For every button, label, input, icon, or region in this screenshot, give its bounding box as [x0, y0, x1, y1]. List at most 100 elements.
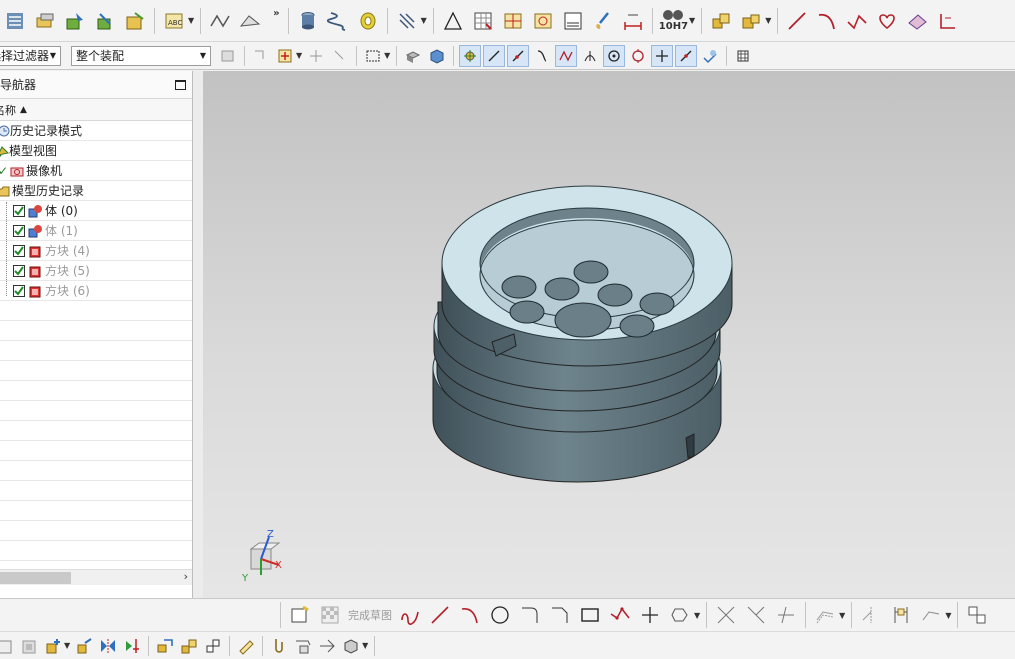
fillet-icon[interactable] [517, 602, 543, 628]
horizontal-scrollbar[interactable]: › [0, 569, 192, 585]
arc-icon[interactable] [814, 8, 840, 34]
lasso-icon[interactable] [305, 45, 327, 67]
graphics-window[interactable]: Z X Y [203, 71, 1015, 598]
tree-node-model-history[interactable]: 模型历史记录 [0, 181, 192, 201]
sort-ascending-icon[interactable]: ▲ [20, 105, 27, 115]
cube-icon[interactable] [340, 635, 362, 657]
arc-icon[interactable] [457, 602, 483, 628]
brush-icon[interactable] [590, 8, 616, 34]
sheet-icon[interactable] [560, 8, 586, 34]
dropdown-arrow[interactable]: ▼ [384, 51, 390, 60]
new-icon[interactable] [18, 635, 40, 657]
move-icon[interactable] [202, 635, 224, 657]
pattern-icon[interactable] [73, 635, 95, 657]
spring-icon[interactable] [325, 8, 351, 34]
add-icon[interactable] [42, 635, 64, 657]
rect-select-icon[interactable] [274, 45, 296, 67]
replace-icon[interactable] [121, 635, 143, 657]
clip-icon[interactable] [268, 635, 290, 657]
corner-icon[interactable] [773, 602, 799, 628]
point-icon[interactable] [637, 602, 663, 628]
view-cube-icon[interactable] [402, 45, 424, 67]
mirror-body-icon[interactable] [97, 635, 119, 657]
part-icon[interactable] [32, 8, 58, 34]
heart-shape-icon[interactable] [874, 8, 900, 34]
finish-sketch-label[interactable]: 完成草图 [348, 607, 392, 623]
tree-node-body-0[interactable]: 体 (0) [0, 201, 192, 221]
extend-icon[interactable] [743, 602, 769, 628]
drawing-icon[interactable] [530, 8, 556, 34]
bounded-icon[interactable] [699, 45, 721, 67]
component-box-icon[interactable] [738, 8, 764, 34]
dimension-icon[interactable] [620, 8, 646, 34]
assembly-navigator-icon[interactable] [2, 8, 28, 34]
feature-icon[interactable] [0, 635, 16, 657]
dropdown-arrow[interactable]: ▼ [421, 16, 427, 25]
assembly-constraint-icon[interactable] [92, 8, 118, 34]
scroll-right-arrow[interactable]: › [184, 570, 188, 583]
visibility-checkbox[interactable] [13, 224, 25, 237]
dropdown-arrow[interactable]: ▼ [839, 611, 845, 620]
tree-node-model-views[interactable]: 模型视图 [0, 141, 192, 161]
visibility-checkbox[interactable] [13, 244, 25, 257]
wave-link-icon[interactable] [154, 635, 176, 657]
polygon-icon[interactable] [667, 602, 693, 628]
tape-icon[interactable] [355, 8, 381, 34]
measure-icon[interactable] [235, 635, 257, 657]
rectangle-select-icon[interactable] [362, 45, 384, 67]
trim-icon[interactable] [713, 602, 739, 628]
selection-filter-dropdown[interactable]: 选择过滤器 ▼ [0, 45, 61, 66]
thread-icon[interactable] [394, 8, 420, 34]
assemble-icon[interactable] [708, 8, 734, 34]
studio-spline-icon[interactable] [607, 602, 633, 628]
assembly-icon[interactable] [178, 635, 200, 657]
rectangle-icon[interactable] [577, 602, 603, 628]
snap-icon[interactable] [250, 45, 272, 67]
line-icon[interactable] [784, 8, 810, 34]
column-name[interactable]: 名称 [0, 102, 16, 118]
dropdown-arrow[interactable]: ▼ [945, 611, 951, 620]
constraint-icon[interactable] [918, 602, 944, 628]
sketch-icon[interactable] [287, 602, 313, 628]
cylinder-icon[interactable] [295, 8, 321, 34]
finish-sketch-icon[interactable] [317, 602, 343, 628]
coordinate-icon[interactable] [934, 8, 960, 34]
surface-patch-icon[interactable] [904, 8, 930, 34]
table-icon[interactable] [470, 8, 496, 34]
shaded-icon[interactable] [426, 45, 448, 67]
polyline-icon[interactable] [844, 8, 870, 34]
view-layout-icon[interactable] [500, 8, 526, 34]
toolbar-overflow[interactable]: » [273, 8, 279, 19]
surface-icon[interactable] [237, 8, 263, 34]
move-component-icon[interactable] [122, 8, 148, 34]
tree-node-block-4[interactable]: 方块 (4) [0, 241, 192, 261]
pane-splitter[interactable] [193, 71, 203, 598]
show-constraints-icon[interactable] [964, 602, 990, 628]
grid-icon[interactable] [732, 45, 754, 67]
profile-icon[interactable] [397, 602, 423, 628]
dropdown-arrow[interactable]: ▼ [765, 16, 771, 25]
add-component-icon[interactable] [62, 8, 88, 34]
line-icon[interactable] [427, 602, 453, 628]
dropdown-arrow[interactable]: ▼ [689, 16, 695, 25]
text-note-icon[interactable]: ABC [161, 8, 187, 34]
tangent-icon[interactable] [555, 44, 578, 67]
tree-node-cameras[interactable]: ✓ 摄像机 [0, 161, 192, 181]
tree-node-body-1[interactable]: 体 (1) [0, 221, 192, 241]
part-body[interactable] [432, 185, 733, 483]
dropdown-arrow[interactable]: ▼ [362, 641, 368, 650]
dropdown-arrow[interactable]: ▼ [694, 611, 700, 620]
tree-node-history-mode[interactable]: 历史记录模式 [0, 121, 192, 141]
dropdown-arrow[interactable]: ▼ [296, 51, 302, 60]
quadrant-icon[interactable] [627, 45, 649, 67]
visibility-checkbox[interactable] [13, 204, 25, 217]
line-snap-icon[interactable] [483, 44, 506, 67]
view-triad[interactable]: Z X Y [241, 529, 282, 584]
selection-scope-dropdown[interactable]: 整个装配 ▼ [71, 45, 211, 66]
dropdown-arrow[interactable]: ▼ [188, 16, 194, 25]
maximize-icon[interactable] [175, 79, 186, 90]
offset-icon[interactable] [812, 602, 838, 628]
sequence-icon[interactable] [316, 635, 338, 657]
box-select-icon[interactable] [329, 45, 351, 67]
tree-node-block-6[interactable]: 方块 (6) [0, 281, 192, 301]
